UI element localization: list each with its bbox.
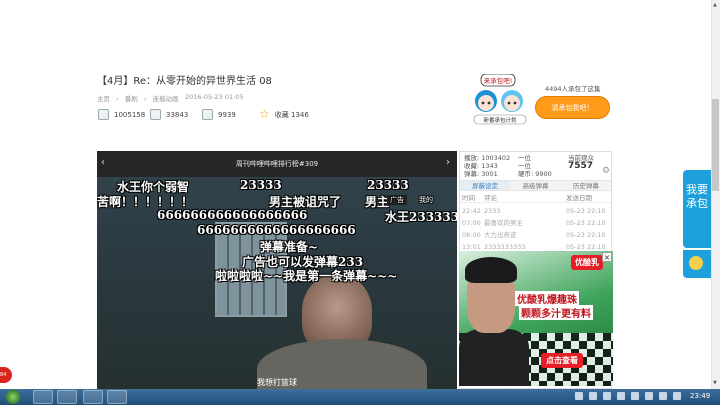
panel-stats: 播放: 1003402 收藏: 1343 弹幕: 3001 [464,154,510,178]
tray-icon[interactable] [617,392,625,400]
danmaku-row[interactable]: 07:00 最喜欢的男主 05-23 22:10 [460,217,611,229]
scrollbar-thumb[interactable] [712,99,719,191]
video-title: 【4月】Re：从零开始的异世界生活 08 [97,76,272,87]
breadcrumb-bangumi[interactable]: 番剧 [125,95,138,103]
sponsor-button[interactable]: 请承包我吧！ [535,96,610,119]
system-tray [575,392,681,400]
danmaku-comment: 6666666666666666666 [197,223,356,237]
start-icon[interactable] [6,390,20,404]
danmaku-comment: 啦啦啦啦~~我是第一条弹幕~~~ [215,269,398,283]
taskbar-browser-icon[interactable] [83,390,103,404]
danmaku-comment: 23333 [367,178,409,192]
plan-label: 新番承包计划 [483,116,516,124]
danmaku-row[interactable]: 08:00 大力出奇迹 05-23 22:10 [460,229,611,241]
player-top-bar: ‹ 周刊哔哩哔哩排行榜#309 › [97,151,457,177]
breadcrumb-home[interactable]: 主页 [97,95,110,103]
tab-block-settings[interactable]: 屏蔽设定 [460,181,511,190]
ad-person-body [459,329,529,386]
notification-badge[interactable]: 84 [0,367,12,383]
coin-icon [202,109,213,120]
favorite-button[interactable]: ☆ 收藏 1346 [259,107,309,121]
player-title: 周刊哔哩哔哩排行榜#309 [235,160,319,168]
ad-headline: 优酸乳爆趣珠 [515,291,579,306]
sponsor-count: 4494人承包了这集 [545,85,601,93]
tray-icon[interactable] [631,392,639,400]
mascot-bubble: 来承包吧! [484,76,513,85]
tray-icon[interactable] [603,392,611,400]
danmaku-ad-tag: 广告 [387,195,407,205]
panel-stat-coins: 硬币: 9900 [518,170,552,178]
header-time[interactable]: 时间 [460,193,484,202]
breadcrumb-sep: › [116,95,119,103]
danmaku-comment: 23333 [240,178,282,192]
header-comment[interactable]: 评论 [484,193,566,202]
scroll-up-arrow-icon[interactable]: ▲ [713,2,717,8]
taskbar-media-icon[interactable] [57,390,77,404]
tray-icon[interactable] [673,392,681,400]
breadcrumb-serial[interactable]: 连载动画 [153,95,179,103]
online-viewers: 当前观众 7557 [568,154,594,171]
page-scrollbar[interactable] [711,0,720,390]
smiley-icon[interactable] [683,250,711,278]
taskbar-explorer-icon[interactable] [33,390,53,404]
panel-rank-stats: 一位 一位 硬币: 9900 [518,154,552,178]
header-date[interactable]: 发送日期 [566,193,611,202]
tab-advanced-danmaku[interactable]: 高级弹幕 [510,181,560,190]
upload-date: 2016-05-23 01:05 [185,93,244,101]
sponsor-side-tab[interactable]: 我要承包 [683,170,711,248]
panel-stat-play: 播放: 1003402 [464,154,511,162]
danmaku-comment: 666666666666666666 [157,208,308,222]
tray-icon[interactable] [659,392,667,400]
video-subtitle: 我想打篮球 [257,378,297,387]
danmaku-comment: 水王233333 [385,210,457,224]
breadcrumb-sep: › [143,95,147,103]
advertisement[interactable]: 优酸乳 优酸乳爆趣珠 颗颗多汁更有料 点击查看 × [459,251,613,386]
play-icon [98,109,109,120]
breadcrumb: 主页 › 番剧 › 连载动画 [97,93,183,103]
tab-history-danmaku[interactable]: 历史弹幕 [561,181,611,190]
danmaku-icon [150,109,161,120]
tray-icon[interactable] [589,392,597,400]
panel-rank-2: 一位 [518,162,531,170]
ad-person-hair [465,257,517,283]
windows-taskbar: 23:49 [0,389,720,405]
danmaku-count: 33843 [150,109,188,120]
panel-stat-danmaku: 弹幕: 3001 [464,170,498,178]
ad-subheadline: 颗颗多汁更有料 [519,305,593,320]
video-player[interactable]: ‹ 周刊哔哩哔哩排行榜#309 › 水王你个弱智 23333 23333 苦啊！… [97,151,457,389]
next-arrow-icon[interactable]: › [446,157,450,168]
danmaku-comment: 我的 [419,196,433,204]
danmaku-list-header: 时间 评论 发送日期 [460,193,611,203]
close-icon[interactable]: × [602,252,612,262]
panel-stat-favorite: 收藏: 1343 [464,162,498,170]
ad-cta-button[interactable]: 点击查看 [541,353,583,368]
star-icon: ☆ [259,107,270,121]
coin-count: 9939 [202,109,236,120]
play-count: 1005158 [98,109,145,120]
ad-brand-logo: 优酸乳 [571,255,603,270]
tray-icon[interactable] [575,392,583,400]
online-count: 7557 [568,161,594,171]
panel-tabs: 屏蔽设定 高级弹幕 历史弹幕 [460,180,611,191]
taskbar-app-icon[interactable] [107,390,127,404]
danmaku-row[interactable]: 22:42 2333 05-23 22:10 [460,205,611,217]
mascot-illustration: 来承包吧! 新番承包计划 [473,74,527,125]
scroll-down-arrow-icon[interactable]: ▼ [713,380,717,386]
panel-rank-1: 一位 [518,154,531,162]
gear-icon[interactable]: ⚙ [602,166,610,176]
tray-icon[interactable] [645,392,653,400]
taskbar-clock[interactable]: 23:49 [690,392,710,400]
